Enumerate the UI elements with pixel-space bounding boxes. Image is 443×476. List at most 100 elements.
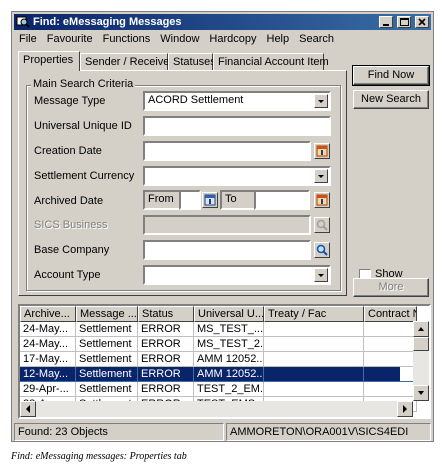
message-type-label: Message Type — [34, 95, 106, 107]
message-type-value: ACORD Settlement — [148, 94, 244, 106]
tab-financial-account-item[interactable]: Financial Account Item — [213, 53, 329, 70]
find-window: Find: eMessaging Messages File Favourite F… — [11, 11, 434, 442]
creation-date-calendar-button[interactable] — [314, 143, 330, 159]
cell-archived: 24-May... — [20, 322, 76, 337]
vertical-scrollbar[interactable] — [413, 321, 429, 401]
uuid-label: Universal Unique ID — [34, 120, 132, 132]
tab-statuses[interactable]: Statuses — [168, 53, 216, 70]
table-row[interactable]: 17-May... Settlement ERROR AMM 12052... — [20, 352, 417, 367]
close-icon — [418, 18, 426, 26]
archived-to-label: To — [225, 193, 237, 205]
cell-treaty-fac — [264, 322, 364, 337]
col-header-status[interactable]: Status — [138, 306, 194, 322]
maximize-icon — [399, 18, 409, 26]
menu-search[interactable]: Search — [294, 31, 339, 47]
col-header-treaty-fac[interactable]: Treaty / Fac — [264, 306, 364, 322]
tab-properties[interactable]: Properties — [18, 51, 80, 71]
cell-status: ERROR — [138, 367, 194, 382]
cell-contract-nature — [364, 337, 417, 352]
table-row[interactable]: 29-Apr-... Settlement ERROR TEST_2_EM... — [20, 382, 417, 397]
minimize-button[interactable] — [378, 16, 393, 28]
cell-status: ERROR — [138, 337, 194, 352]
settlement-currency-select[interactable] — [143, 166, 331, 186]
cell-treaty-fac — [264, 337, 364, 352]
results-grid: Archive... Message ... Status Universal … — [18, 304, 431, 419]
search-window-icon — [16, 16, 30, 28]
cell-status: ERROR — [138, 322, 194, 337]
table-row[interactable]: 24-May... Settlement ERROR MS_TEST_2... — [20, 337, 417, 352]
menu-file[interactable]: File — [14, 31, 42, 47]
col-header-message-type[interactable]: Message ... — [76, 306, 138, 322]
calendar-icon — [204, 194, 216, 206]
cell-message-type: Settlement — [76, 322, 138, 337]
tab-sender-receiver[interactable]: Sender / Receiver — [80, 53, 173, 70]
menu-functions[interactable]: Functions — [98, 31, 156, 47]
cell-status: ERROR — [138, 352, 194, 367]
find-now-button[interactable]: Find Now — [352, 65, 430, 86]
arrow-left-icon — [26, 405, 30, 413]
table-row[interactable]: 24-May... Settlement ERROR MS_TEST_... — [20, 322, 417, 337]
cell-treaty-fac — [264, 367, 364, 382]
status-connection: AMMORETON\ORA001V\SICS4EDI — [226, 423, 431, 441]
maximize-button[interactable] — [396, 16, 411, 28]
menu-hardcopy[interactable]: Hardcopy — [204, 31, 261, 47]
cell-archived: 17-May... — [20, 352, 76, 367]
archived-to-input[interactable] — [254, 190, 310, 210]
cell-uuid: MS_TEST_2... — [194, 337, 264, 352]
col-header-archived[interactable]: Archive... — [20, 306, 76, 322]
scroll-thumb[interactable] — [413, 337, 429, 351]
col-header-uuid[interactable]: Universal U... — [194, 306, 264, 322]
chevron-down-icon[interactable] — [314, 169, 328, 183]
base-company-search-button[interactable] — [314, 242, 330, 258]
archived-from-calendar-button[interactable] — [202, 192, 218, 208]
horizontal-scrollbar[interactable] — [20, 401, 413, 417]
table-row[interactable]: 12-May... Settlement ERROR AMM 12052... — [20, 367, 417, 382]
cell-treaty-fac — [264, 352, 364, 367]
cell-contract-nature — [364, 367, 417, 382]
cell-contract-nature — [364, 382, 417, 397]
base-company-label: Base Company — [34, 244, 110, 256]
window-title: Find: eMessaging Messages — [33, 16, 182, 28]
archived-from-label: From — [148, 193, 174, 205]
creation-date-input[interactable] — [143, 141, 311, 161]
new-search-button[interactable]: New Search — [353, 90, 429, 109]
cell-contract-nature — [364, 322, 417, 337]
minimize-icon — [382, 24, 389, 26]
base-company-input[interactable] — [143, 240, 311, 260]
sics-business-search-button — [314, 217, 330, 233]
chevron-down-icon[interactable] — [314, 268, 328, 282]
search-icon — [316, 219, 328, 231]
cell-uuid: MS_TEST_... — [194, 322, 264, 337]
cell-uuid: AMM 12052... — [194, 367, 264, 382]
account-type-select[interactable] — [143, 265, 331, 285]
archived-from-input[interactable] — [179, 190, 201, 210]
cell-uuid: AMM 12052... — [194, 352, 264, 367]
menu-favourite[interactable]: Favourite — [42, 31, 98, 47]
calendar-icon — [316, 145, 328, 157]
scroll-left-button[interactable] — [20, 401, 36, 417]
title-bar[interactable]: Find: eMessaging Messages — [14, 14, 431, 30]
menu-window[interactable]: Window — [155, 31, 204, 47]
scroll-down-button[interactable] — [413, 385, 429, 401]
scroll-right-button[interactable] — [397, 401, 413, 417]
archived-to-calendar-button[interactable] — [314, 192, 330, 208]
cell-uuid: TEST_2_EM... — [194, 382, 264, 397]
col-header-contract-nature[interactable]: Contract Nat — [364, 306, 417, 322]
message-type-select[interactable]: ACORD Settlement — [143, 91, 331, 111]
close-button[interactable] — [415, 16, 429, 28]
menu-help[interactable]: Help — [262, 31, 295, 47]
uuid-input[interactable] — [143, 116, 331, 136]
chevron-down-icon[interactable] — [314, 94, 328, 108]
cell-treaty-fac — [264, 382, 364, 397]
creation-date-label: Creation Date — [34, 145, 102, 157]
status-bar: Found: 23 Objects AMMORETON\ORA001V\SICS… — [14, 423, 431, 441]
figure-caption: Find: eMessaging messages: Properties ta… — [11, 451, 187, 462]
scroll-up-button[interactable] — [413, 321, 429, 337]
account-type-label: Account Type — [34, 269, 101, 281]
archived-date-label: Archived Date — [34, 195, 104, 207]
calendar-icon — [316, 194, 328, 206]
cell-contract-nature — [364, 352, 417, 367]
arrow-up-icon — [418, 327, 424, 331]
cell-archived: 12-May... — [20, 367, 76, 382]
cell-message-type: Settlement — [76, 367, 138, 382]
